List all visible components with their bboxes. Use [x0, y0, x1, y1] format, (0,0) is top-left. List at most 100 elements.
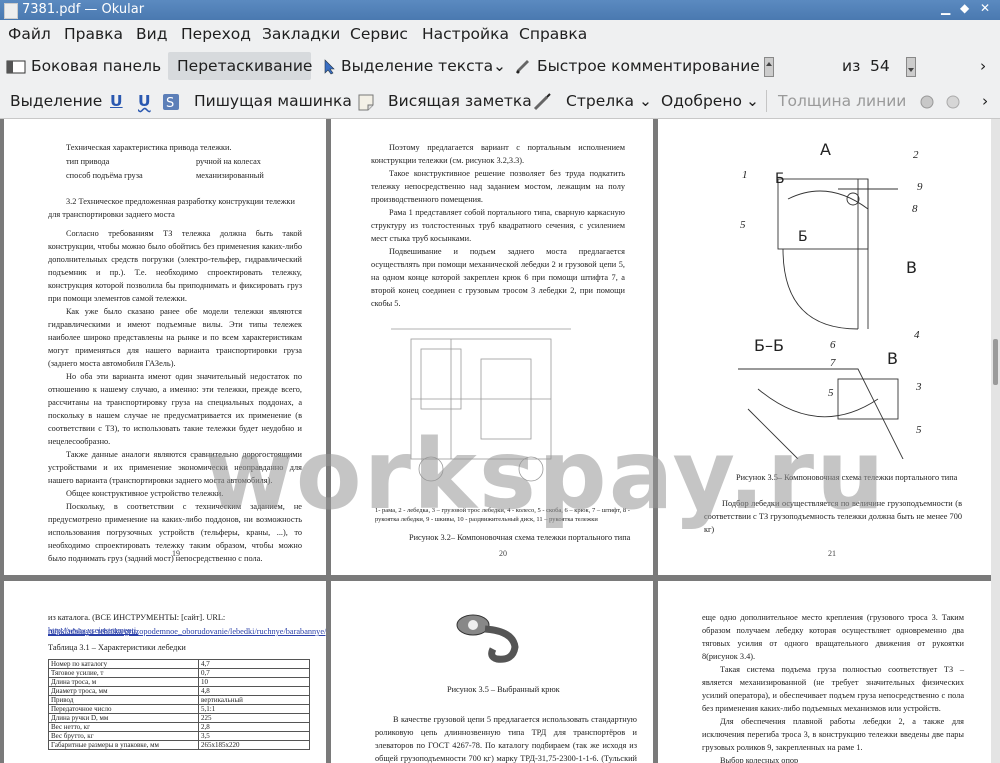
p24-para4: Выбор колесных опор	[720, 756, 799, 763]
label-v-bottom: В	[887, 349, 898, 368]
minimize-icon[interactable]: ▁	[941, 1, 950, 15]
table-row: Привод вертикальный	[48, 695, 310, 705]
brush-icon	[920, 95, 934, 108]
menu-view[interactable]: Вид	[136, 25, 167, 43]
page-of-label: из	[842, 57, 861, 75]
menu-go[interactable]: Переход	[181, 25, 251, 43]
p23-caption: Рисунок 3.5 – Выбранный крюк	[447, 685, 560, 694]
label-b-top: Б	[775, 171, 785, 187]
quick-comment-button[interactable]: Быстрое комментирование	[514, 52, 760, 80]
cursor-arrow-icon	[324, 58, 335, 74]
catalog-link-2[interactable]: ru/skladskaya_tehnika/gruzopodemnoe_obor…	[48, 625, 326, 638]
callout-9: 9	[917, 181, 923, 193]
cell: 4,7	[198, 659, 310, 669]
p24-para1: еще одно дополнительное место крепления …	[702, 613, 964, 661]
cell: Привод	[48, 695, 199, 705]
p24-para3: Для обеспечения плавной работы лебедки 2…	[702, 717, 964, 752]
opacity-icon	[946, 95, 960, 108]
hook-image	[456, 614, 519, 663]
close-icon[interactable]: ✕	[980, 1, 990, 15]
main-toolbar: Боковая панель Перетаскивание Выделение …	[0, 48, 1000, 129]
text-select-button[interactable]: Выделение текста	[322, 52, 493, 80]
floating-note-label[interactable]: Висящая заметка	[388, 87, 532, 115]
page-number: 19	[172, 549, 180, 558]
vertical-scrollbar[interactable]	[991, 119, 1000, 763]
arrow-tool[interactable]	[533, 87, 553, 115]
p22-text: из каталога. (ВСЕ ИНСТРУМЕНТЫ: [сайт]. U…	[48, 613, 226, 622]
cell: Длина троса, м	[48, 677, 199, 687]
label-v-top: В	[906, 258, 917, 277]
cell: Номер по каталогу	[48, 659, 199, 669]
table-row: Длина троса, м 10	[48, 677, 310, 687]
sidebar-icon	[6, 60, 26, 73]
note-tool[interactable]	[357, 87, 375, 115]
callout-2: 2	[913, 149, 919, 161]
toolbar2-overflow-button[interactable]: ›	[982, 87, 988, 115]
opacity-tool[interactable]	[944, 87, 962, 115]
cell: Передаточное число	[48, 704, 199, 714]
chevron-right-icon: ›	[982, 92, 989, 110]
selection-tool[interactable]: Выделение	[10, 87, 102, 115]
typewriter-tool[interactable]: Пишущая машинка	[194, 87, 352, 115]
p24-para2: Такая система подъема груза полностью со…	[702, 665, 964, 713]
document-view[interactable]: Техническая характеристика привода тележ…	[0, 119, 1000, 763]
callout-7: 7	[830, 357, 836, 369]
callout-5b: 5	[828, 387, 834, 399]
menu-file[interactable]: Файл	[8, 25, 51, 43]
table-row: Вес нетто, кг 2,8	[48, 722, 310, 732]
table-row: Диаметр троса, мм 4,8	[48, 686, 310, 696]
arrow-dropdown[interactable]: ⌄	[639, 87, 652, 115]
cell: Вес нетто, кг	[48, 722, 199, 732]
chevron-right-icon: ›	[980, 57, 987, 75]
callout-3: 3	[916, 381, 922, 393]
p19-heading: 3.2 Техническое предложенная разработку …	[48, 197, 295, 219]
stamp-dropdown[interactable]: ⌄	[746, 87, 759, 115]
table-row: Передаточное число 5,1:1	[48, 704, 310, 714]
drag-mode-button[interactable]: Перетаскивание	[168, 52, 312, 80]
maximize-icon[interactable]: ◆	[960, 1, 969, 15]
squiggly-tool[interactable]: U	[138, 87, 151, 115]
page-number: 20	[499, 549, 507, 558]
annotate-pen-icon	[516, 59, 529, 73]
p23-para1: В качестве грузовой цепи 5 предлагается …	[375, 715, 637, 763]
previous-page-button[interactable]	[764, 52, 774, 80]
strikeout-tool[interactable]: S	[162, 87, 180, 115]
menu-bar: Файл Правка Вид Переход Закладки Сервис …	[0, 20, 1000, 48]
label-b-mid: Б	[798, 229, 808, 245]
p20-caption: Рисунок 3.2– Компоновочная схема тележки…	[409, 533, 631, 542]
page-22[interactable]: из каталога. (ВСЕ ИНСТРУМЕНТЫ: [сайт]. U…	[4, 581, 326, 763]
cell: 0,7	[198, 668, 310, 678]
sidebar-button[interactable]: Боковая панель	[6, 52, 161, 80]
page-23[interactable]: Рисунок 3.5 – Выбранный крюк В качестве …	[331, 581, 653, 763]
stamp-tool-label[interactable]: Одобрено	[661, 87, 742, 115]
annotation-toolbar: Выделение U U S Пишущая машинка Висящая …	[0, 84, 1000, 119]
cell: Габаритные размеры в упаковке, мм	[48, 740, 199, 750]
p20-para1: Поэтому предлагается вариант с портальны…	[371, 143, 625, 165]
arrow-tool-label[interactable]: Стрелка	[566, 87, 634, 115]
menu-settings[interactable]: Настройка	[422, 25, 509, 43]
callout-4: 4	[914, 329, 920, 341]
table-title: Таблица 3.1 – Характеристики лебедки	[48, 643, 186, 652]
p19-line2a: тип привода	[66, 157, 110, 166]
page-24[interactable]: еще одно дополнительное место крепления …	[658, 581, 991, 763]
line-width-label[interactable]: Толщина линии	[778, 87, 906, 115]
page-number: 21	[828, 549, 836, 558]
scrollbar-thumb[interactable]	[993, 339, 998, 385]
menu-bookmarks[interactable]: Закладки	[262, 25, 340, 43]
next-page-button[interactable]	[906, 52, 916, 80]
assembly-scheme-figure	[738, 178, 904, 459]
p20-para3: Рама 1 представляет собой портального ти…	[371, 208, 625, 243]
cell: 3,5	[198, 731, 310, 741]
title-bar: 7381.pdf — Okular ▁ ◆ ✕	[0, 0, 1000, 20]
menu-edit[interactable]: Правка	[64, 25, 123, 43]
winch-spec-table: Номер по каталогу 4,7 Тяговое усилие, т 0,…	[48, 659, 310, 750]
text-select-dropdown[interactable]: ⌄	[493, 52, 506, 80]
p19-line3b: механизированный	[196, 171, 264, 180]
toolbar-overflow-button[interactable]: ›	[980, 52, 986, 80]
menu-help[interactable]: Справка	[519, 25, 587, 43]
menu-tools[interactable]: Сервис	[350, 25, 408, 43]
underline-tool[interactable]: U	[110, 87, 123, 115]
svg-text:S: S	[166, 96, 174, 111]
cell: 225	[198, 713, 310, 723]
color-tool[interactable]	[918, 87, 936, 115]
